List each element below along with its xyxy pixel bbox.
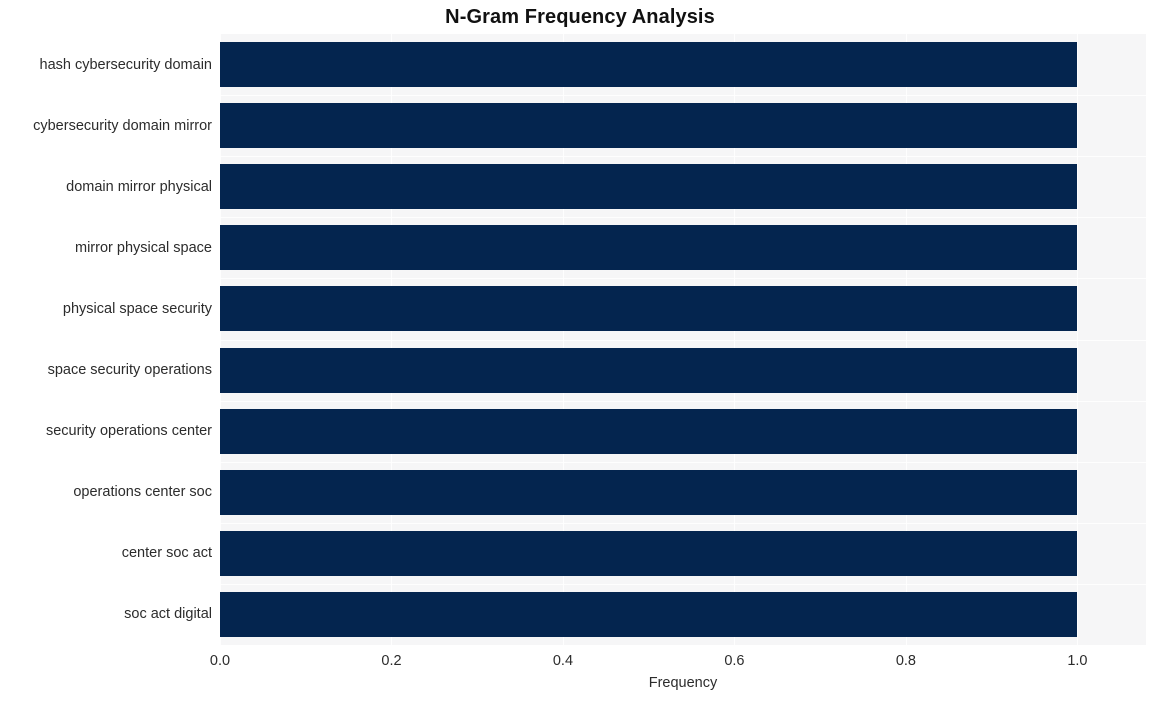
- x-tick-label: 0.2: [381, 653, 402, 669]
- gridline-horizontal: [220, 523, 1146, 524]
- bar: [220, 530, 1078, 576]
- x-axis-label: Frequency: [648, 675, 718, 691]
- gridline-horizontal: [220, 462, 1146, 463]
- x-axis-tick-labels: 0.0 0.2 0.4 0.6 0.8 1.0: [0, 652, 1160, 674]
- bar: [220, 286, 1078, 332]
- x-tick-label: 0.4: [552, 653, 574, 669]
- y-tick-label: operations center soc: [73, 484, 212, 501]
- plot-area: [220, 34, 1146, 645]
- gridline-horizontal: [220, 156, 1146, 157]
- y-tick-label: center soc act: [121, 545, 212, 562]
- gridline-horizontal: [220, 584, 1146, 585]
- bar: [220, 408, 1078, 454]
- x-tick-label: 0.8: [895, 653, 916, 669]
- gridline-horizontal: [220, 217, 1146, 218]
- bar: [220, 225, 1078, 271]
- bar: [220, 164, 1078, 210]
- gridline-horizontal: [220, 340, 1146, 341]
- y-tick-label: space security operations: [47, 362, 212, 379]
- bar: [220, 591, 1078, 637]
- y-tick-label: domain mirror physical: [66, 178, 212, 195]
- y-tick-label: cybersecurity domain mirror: [33, 117, 212, 134]
- bar: [220, 103, 1078, 149]
- y-tick-label: soc act digital: [124, 606, 212, 623]
- y-axis-tick-labels: hash cybersecurity domain cybersecurity d…: [0, 34, 212, 645]
- y-tick-label: hash cybersecurity domain: [39, 56, 212, 73]
- gridline-horizontal: [220, 278, 1146, 279]
- chart-figure: N-Gram Frequency Analysis hash cybersecu…: [0, 0, 1160, 701]
- gridline-horizontal: [220, 401, 1146, 402]
- y-tick-label: mirror physical space: [75, 239, 212, 256]
- x-tick-label: 0.0: [209, 653, 231, 669]
- bar: [220, 469, 1078, 515]
- bar: [220, 347, 1078, 393]
- y-tick-label: security operations center: [45, 423, 212, 440]
- bar: [220, 42, 1078, 88]
- chart-title: N-Gram Frequency Analysis: [445, 6, 715, 28]
- x-tick-label: 1.0: [1067, 653, 1088, 669]
- y-tick-label: physical space security: [62, 300, 212, 317]
- x-tick-label: 0.6: [724, 653, 745, 669]
- gridline-horizontal: [220, 95, 1146, 96]
